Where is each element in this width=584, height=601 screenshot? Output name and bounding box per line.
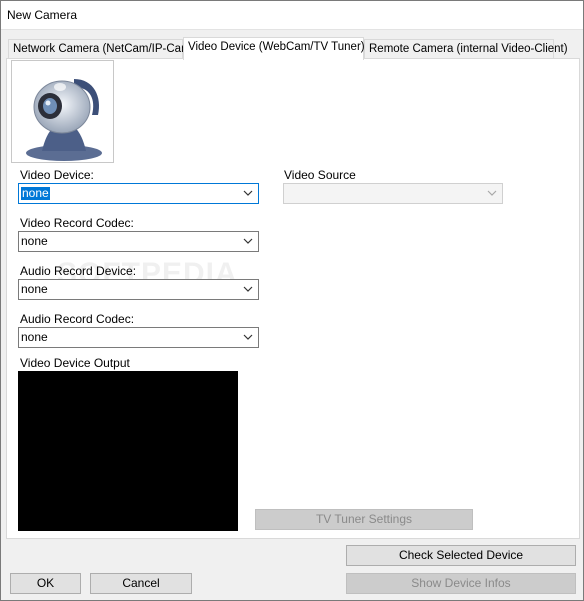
video-device-panel: SOFTPEDIA Video Device: none Video Sourc… [6, 58, 580, 539]
new-camera-window: New Camera Network Camera (NetCam/IP-Cam… [0, 0, 584, 601]
video-device-value: none [21, 186, 50, 200]
chevron-down-icon [487, 190, 497, 196]
video-source-label: Video Source [284, 168, 356, 182]
video-source-select[interactable] [283, 183, 503, 204]
audio-record-codec-value: none [21, 330, 48, 344]
check-selected-device-button[interactable]: Check Selected Device [346, 545, 576, 566]
ok-button[interactable]: OK [10, 573, 81, 594]
window-title: New Camera [7, 8, 78, 22]
chevron-down-icon [243, 190, 253, 196]
tv-tuner-settings-button[interactable]: TV Tuner Settings [255, 509, 473, 530]
video-device-label: Video Device: [20, 168, 94, 182]
video-record-codec-value: none [21, 234, 48, 248]
chevron-down-icon [243, 286, 253, 292]
audio-record-device-label: Audio Record Device: [20, 264, 137, 278]
chevron-down-icon [243, 238, 253, 244]
audio-record-device-select[interactable]: none [18, 279, 259, 300]
webcam-icon [26, 79, 102, 161]
video-device-select[interactable]: none [18, 183, 259, 204]
chevron-down-icon [243, 334, 253, 340]
video-device-output-label: Video Device Output [20, 356, 130, 370]
audio-record-codec-select[interactable]: none [18, 327, 259, 348]
cancel-button[interactable]: Cancel [90, 573, 192, 594]
tab-video-device[interactable]: Video Device (WebCam/TV Tuner) [183, 37, 365, 60]
tab-network-camera[interactable]: Network Camera (NetCam/IP-Cam) [8, 39, 194, 59]
video-device-output [18, 371, 238, 531]
audio-record-codec-label: Audio Record Codec: [20, 312, 135, 326]
video-record-codec-select[interactable]: none [18, 231, 259, 252]
audio-record-device-value: none [21, 282, 48, 296]
tab-strip: Network Camera (NetCam/IP-Cam) Video Dev… [1, 37, 583, 60]
tab-remote-camera[interactable]: Remote Camera (internal Video-Client) [364, 39, 568, 59]
webcam-image [11, 60, 114, 163]
video-record-codec-label: Video Record Codec: [20, 216, 134, 230]
show-device-infos-button[interactable]: Show Device Infos [346, 573, 576, 594]
title-bar: New Camera [1, 1, 583, 30]
